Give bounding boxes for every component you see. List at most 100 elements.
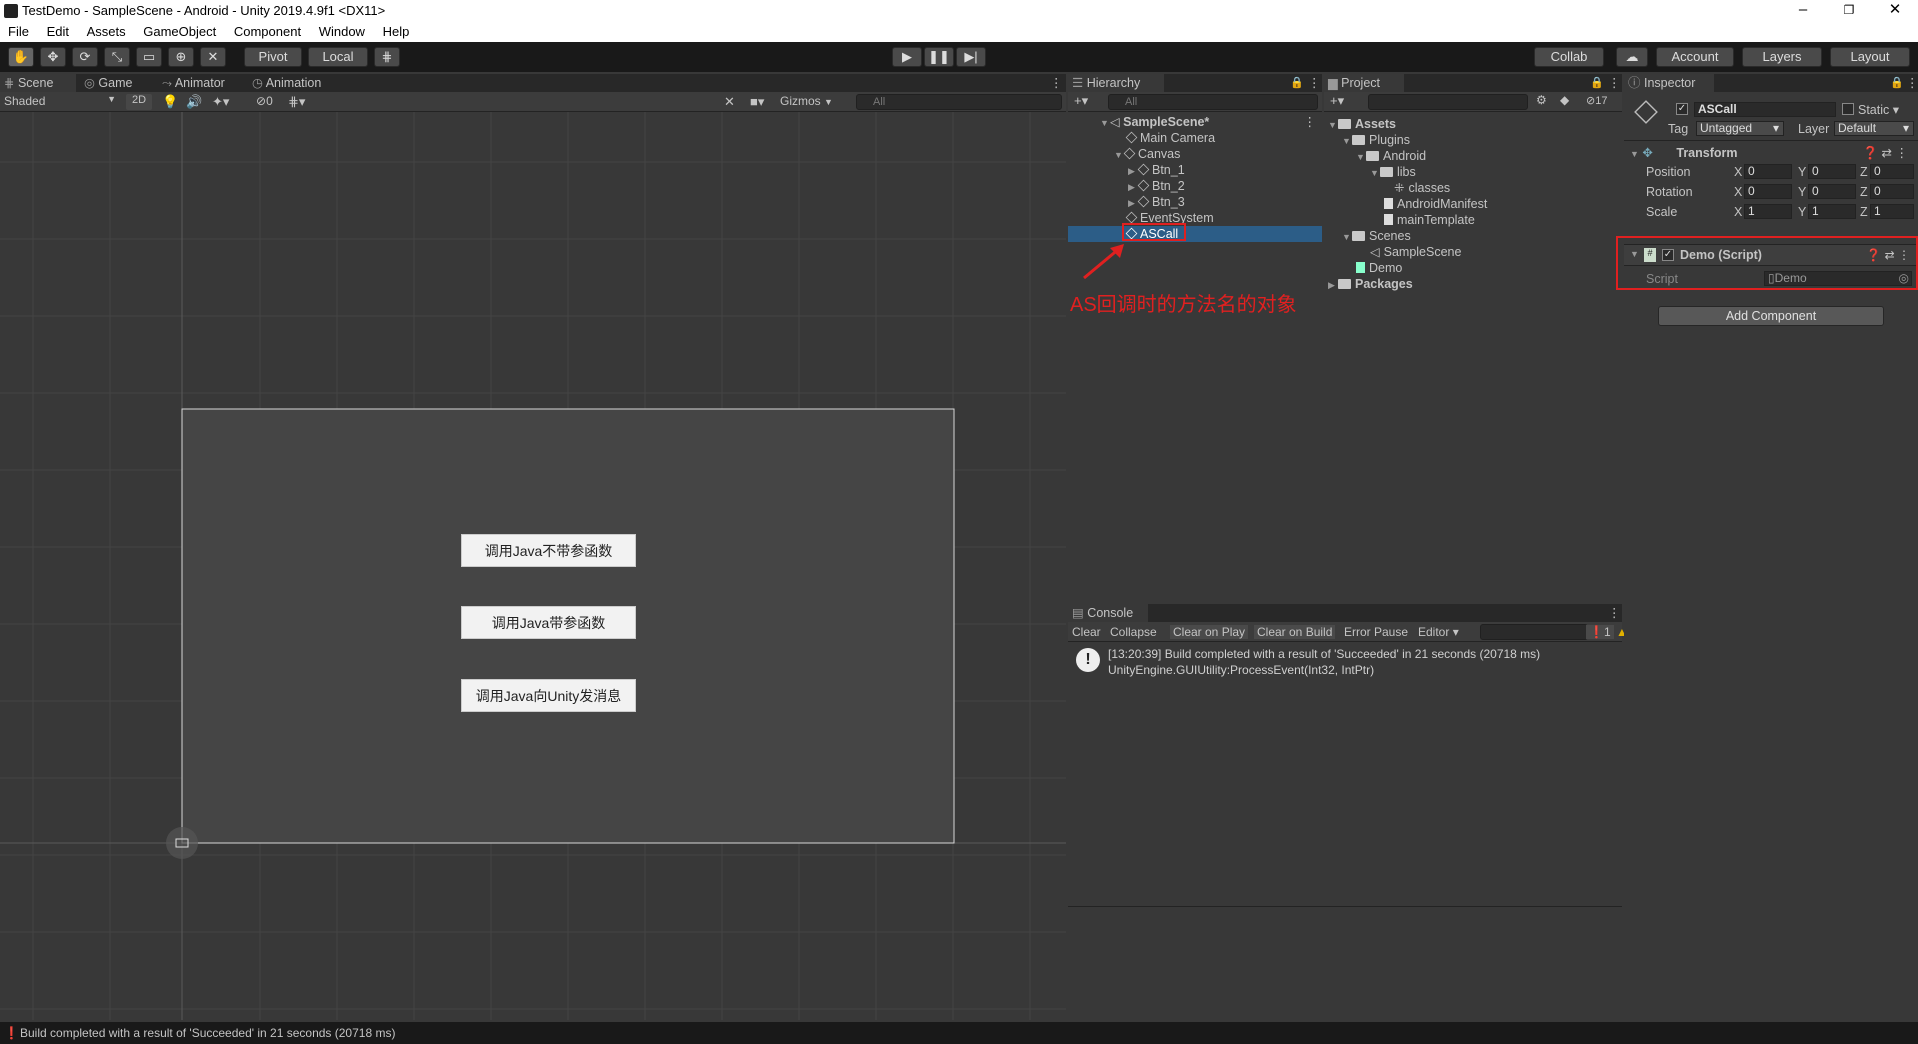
collab-dropdown[interactable]: Collab [1534,47,1604,67]
message-count-toggle[interactable]: ❗1 [1586,625,1614,639]
clear-on-play-toggle[interactable]: Clear on Play [1170,625,1249,639]
static-checkbox[interactable] [1842,103,1854,115]
scale-tool-icon[interactable]: ⤡ [104,47,130,67]
transform-tool-icon[interactable]: ⊕ [168,47,194,67]
gizmos-dropdown[interactable]: Gizmos ▼ [780,94,846,108]
tools-icon[interactable]: ✕ [724,94,735,110]
tree-item-maintemplate[interactable]: mainTemplate [1384,212,1475,228]
collapse-button[interactable]: Collapse [1110,625,1157,639]
tree-item-libs[interactable]: ▼ libs [1370,164,1416,180]
menu-help[interactable]: Help [375,22,416,39]
filter-type-icon[interactable]: ⚙ [1536,93,1547,107]
tab-scene[interactable]: ⋕ Scene [0,74,76,92]
tree-item-btn1[interactable]: ▶ Btn_1 [1128,162,1185,178]
position-x-field[interactable]: 0 [1744,164,1792,179]
position-z-field[interactable]: 0 [1870,164,1914,179]
create-dropdown[interactable]: +▾ [1330,93,1344,109]
tree-item-btn2[interactable]: ▶ Btn_2 [1128,178,1185,194]
tree-item-scene[interactable]: ▼◁ SampleScene* ⋮ [1100,114,1320,130]
clear-button[interactable]: Clear [1072,625,1101,639]
active-checkbox[interactable]: ✓ [1676,103,1688,115]
object-name-field[interactable]: ASCall [1694,102,1836,117]
tab-inspector[interactable]: ⓘ Inspector [1624,74,1714,92]
java-send-message-button[interactable]: 调用Java向Unity发消息 [461,679,636,712]
transform-header[interactable]: ▼ ✥ Transform ❓ ⇄ ⋮ [1630,145,1916,160]
hidden-objects-toggle[interactable]: ⊘0 [256,94,273,108]
tree-item-assets[interactable]: ▼ Assets [1328,116,1396,132]
java-with-param-button[interactable]: 调用Java带参函数 [461,606,636,639]
tree-item-samplescene[interactable]: ◁ SampleScene [1370,244,1461,260]
console-search-input[interactable] [1480,624,1588,640]
status-message[interactable]: Build completed with a result of 'Succee… [20,1026,395,1040]
lock-icon[interactable]: 🔒 [1286,74,1304,92]
hierarchy-search-input[interactable]: All [1108,94,1318,110]
tree-item-android[interactable]: ▼ Android [1356,148,1426,164]
menu-file[interactable]: File [0,22,35,39]
tree-item-scenes[interactable]: ▼ Scenes [1342,228,1411,244]
effects-icon[interactable]: ✦▾ [212,94,229,110]
static-dropdown[interactable]: Static ▾ [1858,102,1899,117]
hand-tool-icon[interactable]: ✋ [8,47,34,67]
filter-label-icon[interactable]: ◆ [1560,93,1569,107]
move-tool-icon[interactable]: ✥ [40,47,66,67]
tab-animator[interactable]: ⤳ Animator [158,74,248,92]
position-y-field[interactable]: 0 [1808,164,1856,179]
pause-button[interactable]: ❚❚ [924,47,954,67]
lighting-icon[interactable]: 💡 [162,94,178,110]
tree-item-canvas[interactable]: ▼ Canvas [1114,146,1180,162]
lock-icon[interactable]: 🔒 [1586,74,1604,92]
panel-menu-icon[interactable]: ⋮ [1902,74,1918,92]
tree-item-btn3[interactable]: ▶ Btn_3 [1128,194,1185,210]
local-toggle[interactable]: Local [308,47,368,67]
scale-z-field[interactable]: 1 [1870,204,1914,219]
panel-menu-icon[interactable]: ⋮ [1604,74,1621,92]
rotation-z-field[interactable]: 0 [1870,184,1914,199]
error-pause-toggle[interactable]: Error Pause [1344,625,1408,639]
layers-dropdown[interactable]: Layers [1742,47,1822,67]
grid-icon[interactable]: ⋕▾ [288,94,305,110]
menu-window[interactable]: Window [311,22,371,39]
java-no-param-button[interactable]: 调用Java不带参函数 [461,534,636,567]
console-message-line1[interactable]: [13:20:39] Build completed with a result… [1108,646,1540,662]
scale-x-field[interactable]: 1 [1744,204,1792,219]
menu-gameobject[interactable]: GameObject [135,22,222,39]
grid-snap-icon[interactable]: ⋕ [374,47,400,67]
tab-hierarchy[interactable]: ☰ Hierarchy [1068,74,1164,92]
menu-assets[interactable]: Assets [79,22,132,39]
cloud-icon[interactable]: ☁ [1616,47,1648,67]
tree-item-packages[interactable]: ▶ Packages [1328,276,1413,292]
tab-game[interactable]: ◎ Game [80,74,154,92]
scene-search-input[interactable]: All [856,94,1062,110]
rect-tool-icon[interactable]: ▭ [136,47,162,67]
tab-project[interactable]: ▆ Project [1324,74,1404,92]
component-menu-icon[interactable]: ❓ ⇄ ⋮ [1863,145,1908,161]
audio-icon[interactable]: 🔊 [186,94,202,110]
create-dropdown[interactable]: +▾ [1074,93,1088,109]
tab-console[interactable]: ▤ Console [1068,604,1148,622]
tab-animation[interactable]: ◷ Animation [248,74,344,92]
rotation-x-field[interactable]: 0 [1744,184,1792,199]
panel-menu-icon[interactable]: ⋮ [1304,74,1321,92]
play-button[interactable]: ▶ [892,47,922,67]
layer-dropdown[interactable]: Default ▾ [1834,121,1914,136]
tree-item-main-camera[interactable]: Main Camera [1125,130,1215,146]
menu-edit[interactable]: Edit [39,22,75,39]
2d-toggle[interactable]: 2D [126,94,152,110]
tree-item-androidmanifest[interactable]: AndroidManifest [1384,196,1487,212]
layout-dropdown[interactable]: Layout [1830,47,1910,67]
custom-tool-icon[interactable]: ✕ [200,47,226,67]
tree-item-plugins[interactable]: ▼ Plugins [1342,132,1410,148]
panel-menu-icon[interactable]: ⋮ [1046,74,1063,92]
console-message-line2[interactable]: UnityEngine.GUIUtility:ProcessEvent(Int3… [1108,662,1374,678]
clear-on-build-toggle[interactable]: Clear on Build [1254,625,1336,639]
account-dropdown[interactable]: Account [1656,47,1734,67]
pivot-toggle[interactable]: Pivot [244,47,302,67]
shading-dropdown[interactable]: Shaded ▼ [4,94,118,110]
scale-y-field[interactable]: 1 [1808,204,1856,219]
tree-item-demo[interactable]: Demo [1356,260,1402,276]
rotate-tool-icon[interactable]: ⟳ [72,47,98,67]
lock-icon[interactable]: 🔒 [1886,74,1904,92]
add-component-button[interactable]: Add Component [1658,306,1884,326]
menu-component[interactable]: Component [226,22,307,39]
tree-item-ascall[interactable]: ASCall [1068,226,1322,242]
